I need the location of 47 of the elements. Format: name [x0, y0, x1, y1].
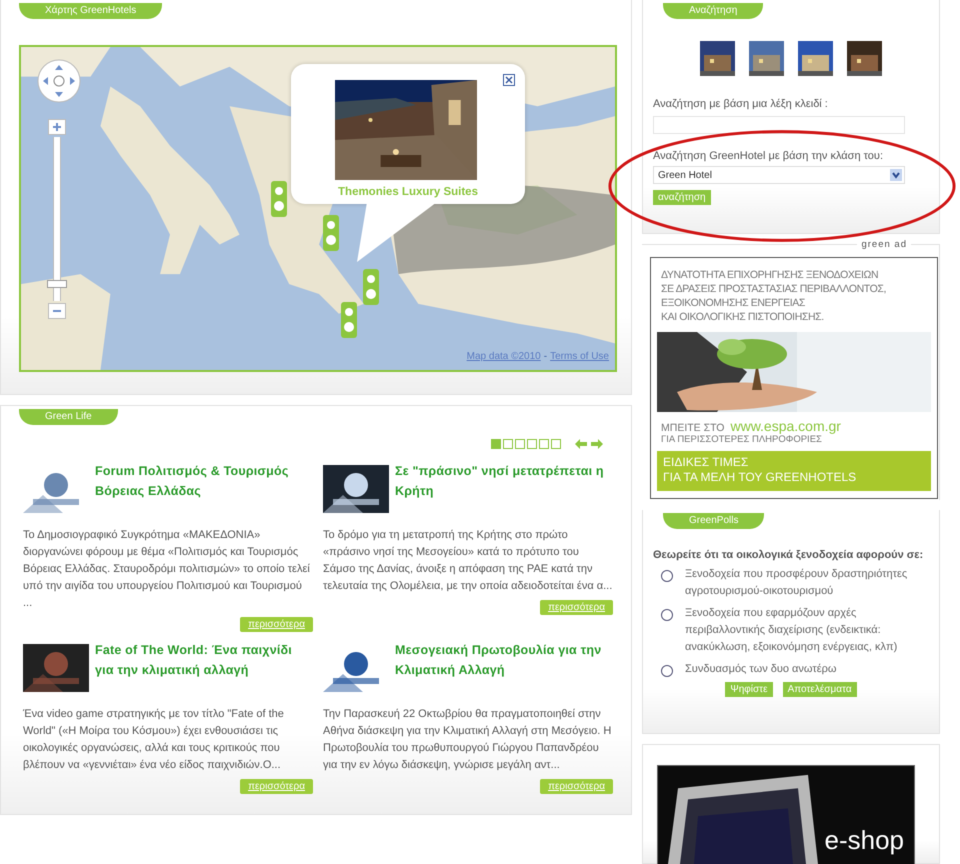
more-button[interactable]: περισσότερα	[540, 600, 613, 615]
page-indicator[interactable]	[551, 439, 561, 449]
class-label: Αναζήτηση GreenHotel με βάση την κλάση του:	[653, 150, 884, 162]
ad-offer-text: ΕΙΔΙΚΕΣ ΤΙΜΕΣ	[663, 455, 750, 470]
ad-headline: ΔΥΝΑΤΟΤΗΤΑ ΕΠΙΧΟΡΗΓΗΣΗΣ ΞΕΝΟΔΟΧΕΙΩΝ	[661, 268, 880, 282]
page-indicator[interactable]	[527, 439, 537, 449]
previous-arrow-icon[interactable]	[575, 439, 587, 449]
poll-button[interactable]: Ψηφίστε	[725, 682, 773, 697]
poll-option: Ξενοδοχεία που προσφέρουν δραστηριότητες αγροτουρισμού-οικοτουρισμού	[685, 566, 929, 600]
ad-text: ΜΠΕΙΤΕ ΣΤΟ	[661, 422, 724, 434]
ad-headline: ΣΕ ΔΡΑΣΕΙΣ ΠΡΟΣΤΑΣΤΑΣΙΑΣ ΠΕΡΙΒΑΛΛΟΝΤΟΣ,	[661, 282, 887, 296]
article-title[interactable]: Μεσογειακή Πρωτοβουλία για την Κλιματική Αλλαγή	[395, 640, 613, 680]
article-title[interactable]: Forum Πολιτισμός & Τουρισμός Βόρειας Ελλάδας	[95, 461, 313, 501]
ad-headline: ΕΞΟΙΚΟΝΟΜΗΣΗΣ ΕΝΕΡΓΕΙΑΣ	[661, 296, 806, 310]
poll-button[interactable]: Αποτελέσματα	[782, 682, 857, 697]
ad-headline: ΚΑΙ ΟΙΚΟΛΟΓΙΚΗΣ ΠΙΣΤΟΠΟΙΗΣΗΣ.	[661, 310, 825, 324]
article-excerpt: Την Παρασκευή 22 Οκτωβρίου θα πραγματοποιηθεί στην Αθήνα διάσκεψη για την Κλιματική Αλλαγή στη Μεσόγειο. Η Πρωτοβουλία του πρωθυπουργού Γιώργου Παπανδρέου για την εν λόγω διάσκεψη, γνώρισε μεγάλη αντ...	[323, 707, 612, 773]
poll-question: Θεωρείτε ότι τα οικολογικά ξενοδοχεία αφορούν σε:	[653, 548, 924, 561]
class-dropdown[interactable]: Green Hotel	[653, 166, 905, 184]
ad-text: ΓΙΑ ΠΕΡΙΣΣΟΤΕΡΕΣ ΠΛΗΡΟΦΟΡΙΕΣ	[660, 434, 822, 446]
article-excerpt: Το δρόμο για τη μετατροπή της Κρήτης στο πρώτο «πράσινο νησί της Μεσογείου» κατά το πρότυπο του Σάμσο της Δανίας, άνοιξε η απόφαση της ΡΑΕ κατά την τελευταία της Ολομέλεια, με την οποία αδειοδοτείται ένα α...	[323, 528, 613, 594]
dropdown-arrow-icon[interactable]	[890, 169, 902, 181]
more-button[interactable]: περισσότερα	[240, 617, 313, 632]
page-indicator[interactable]	[539, 439, 549, 449]
ad-url: www.espa.com.gr	[730, 418, 841, 434]
more-button[interactable]: περισσότερα	[540, 779, 613, 794]
ad-banner[interactable]	[650, 257, 938, 500]
article-title[interactable]: Σε "πράσινο" νησί μετατρέπεται η Κρήτη	[395, 461, 613, 501]
radio-button[interactable]	[661, 608, 673, 621]
article-excerpt: Το Δημοσιογραφικό Συγκρότημα «ΜΑΚΕΔΟΝΙΑ» διοργανώνει φόρουμ με θέμα «Πολιτισμός και Τουρισμός Βόρειας Ελλάδας. Σταυροδρόμι πολιτισμών» το οποίο τελεί υπό την αιγίδα του υπουργείου Πολιτισμού και Τουρισμού ...	[23, 528, 311, 611]
eshop-banner[interactable]: e-shop	[657, 765, 915, 864]
more-button[interactable]: περισσότερα	[240, 779, 313, 794]
article-title[interactable]: Fate of The World: Ένα παιχνίδι για την κλιματική αλλαγή	[95, 640, 313, 680]
poll-option: Συνδυασμός των δυο ανωτέρω	[685, 660, 836, 678]
ad-caption: green ad	[857, 239, 911, 250]
search-button[interactable]: αναζήτηση	[653, 190, 711, 205]
keyword-field[interactable]	[653, 116, 905, 134]
page-indicator[interactable]	[515, 439, 525, 449]
page-indicator[interactable]	[503, 439, 513, 449]
radio-button[interactable]	[661, 664, 673, 677]
poll-option: Ξενοδοχεία που εφαρμόζουν αρχές περιβαλλοντικής διαχείρισης (ενδεικτικά: ανακύκλωση, εξοικονόμηση ενέργειας, κλπ)	[685, 604, 929, 656]
radio-button[interactable]	[661, 570, 673, 582]
article-excerpt: Ένα video game στρατηγικής με τον τίτλο "Fate of the World" («Η Μοίρα του Κόσμου») έχει ενθουσιάσει τις οικολογικές οργανώσεις, αλλά και τους κριτικούς που βλέπουν να «γεννιέται» ένα νέο είδος παιχνιδιών.Ο...	[23, 707, 285, 773]
keyword-label: Αναζήτηση με βάση μια λέξη κλειδί :	[653, 98, 829, 110]
ad-offer-text: ΓΙΑ ΤΑ ΜΕΛΗ ΤΟΥ GREENHOTELS	[663, 470, 858, 486]
eshop-label: e-shop	[824, 825, 904, 856]
next-arrow-icon[interactable]	[591, 439, 603, 449]
